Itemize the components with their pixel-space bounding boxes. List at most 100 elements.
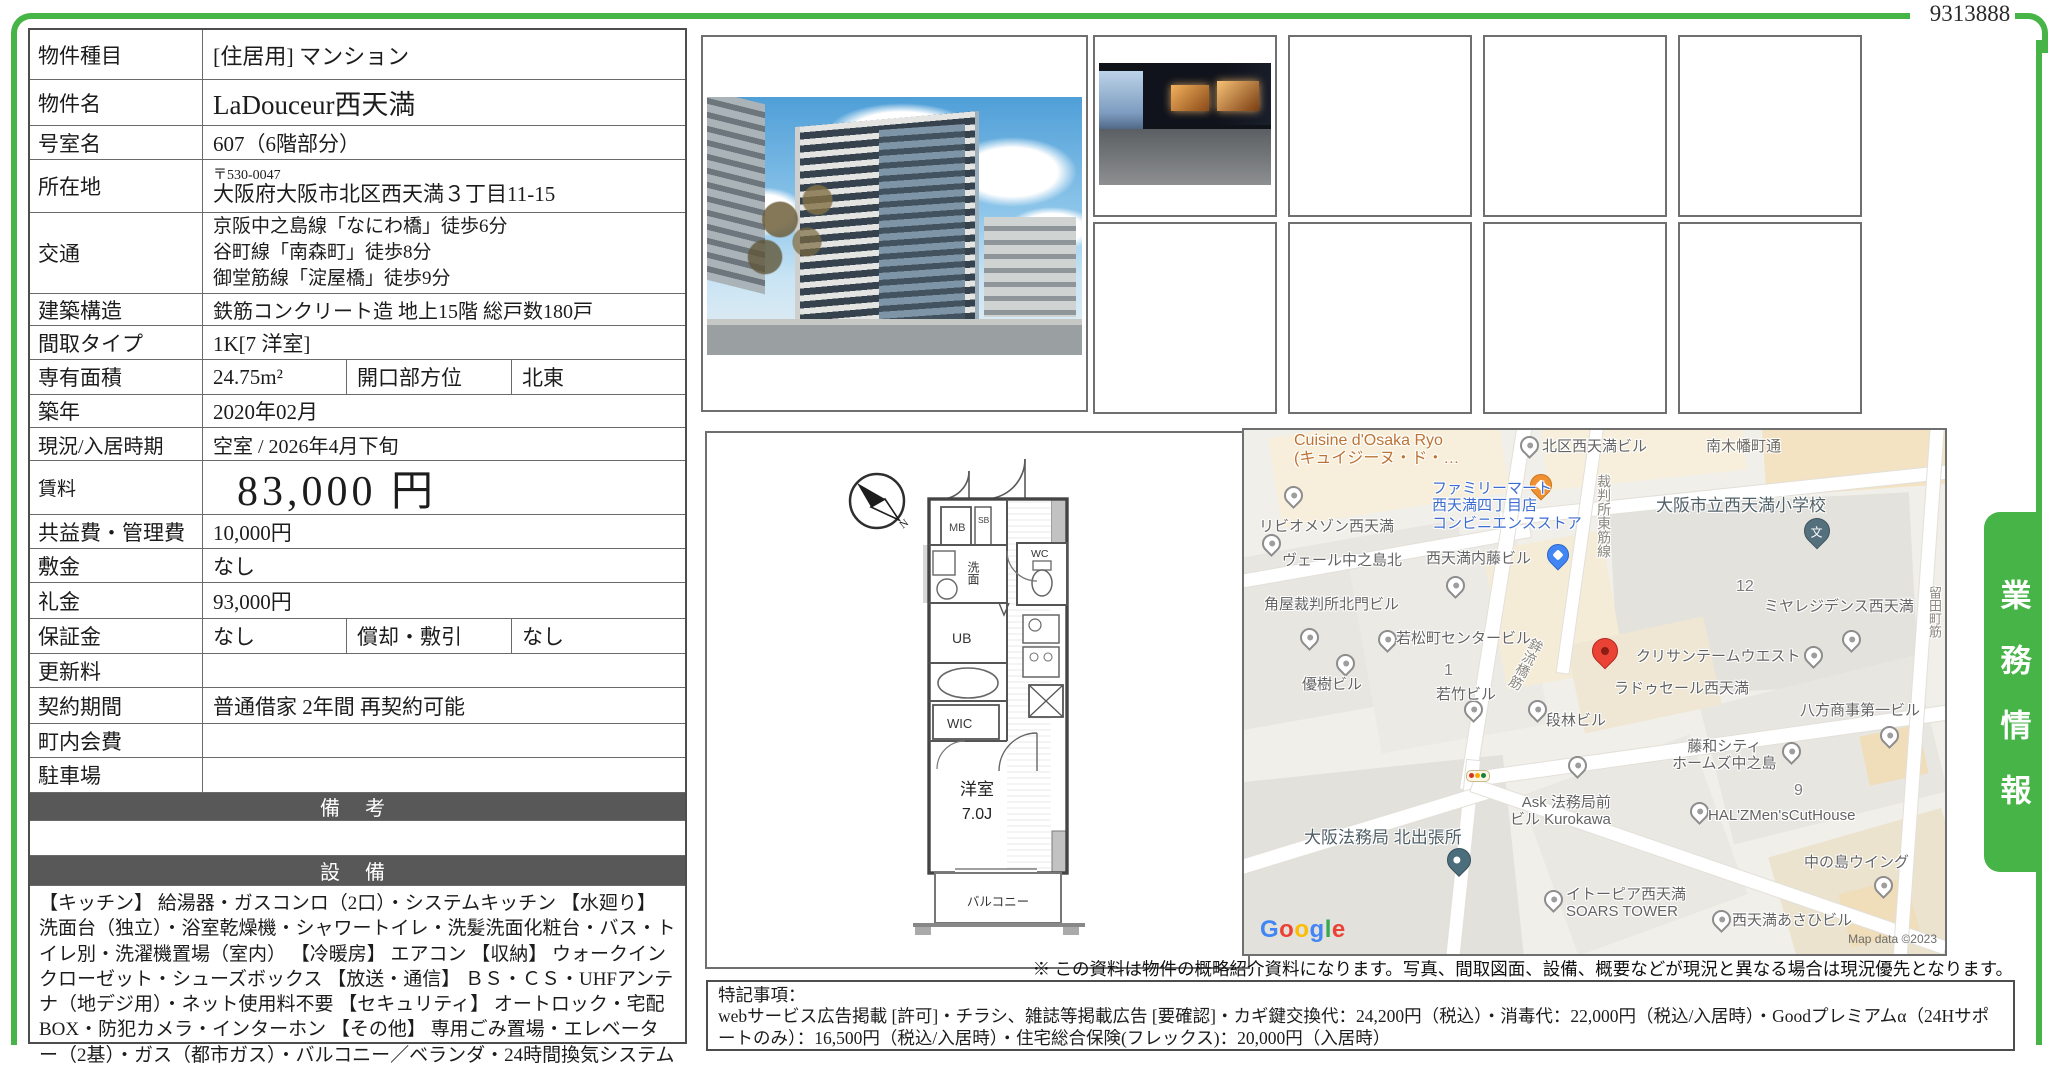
transit-line: 御堂筋線「淀屋橋」徒歩9分: [213, 268, 451, 290]
row-value: [203, 654, 685, 687]
map-label: 藤和シティ ホームズ中之島: [1672, 738, 1777, 773]
table-row: 物件種目 [住居用] マンション: [30, 30, 685, 79]
map-label-school: 大阪市立西天満小学校: [1656, 496, 1826, 515]
row-value: 北東: [522, 366, 564, 390]
tab-business-info-label: 業務情報: [1995, 579, 2031, 839]
row-label: 物件名: [30, 80, 203, 125]
row-value: なし: [522, 625, 564, 649]
photo-exterior: [701, 35, 1088, 412]
table-row: 現況/入居時期 空室 / 2026年4月下旬: [30, 427, 685, 460]
photo-placeholder: [1678, 35, 1862, 217]
svg-text:UB: UB: [952, 630, 971, 646]
svg-text:WC: WC: [1031, 548, 1049, 560]
row-value: 鉄筋コンクリート造 地上15階 総戸数180戸: [213, 301, 593, 323]
map-label-road: 南木幡町通: [1706, 438, 1782, 455]
table-row: 礼金 93,000円: [30, 582, 685, 618]
map-label: 北区西天満ビル: [1542, 438, 1648, 455]
row-value: 24.75m²: [213, 364, 283, 389]
map-label: イトーピア西天満 SOARS TOWER: [1566, 886, 1687, 921]
map-label: Ask 法務局前 ビル Kurokawa: [1510, 794, 1611, 829]
transit-cell: 京阪中之島線「なにわ橋」徒歩6分 谷町線「南森町」徒歩8分 御堂筋線「淀屋橋」徒…: [203, 213, 685, 293]
table-row: 物件名 LaDouceur西天満: [30, 79, 685, 125]
table-row: 更新料: [30, 653, 685, 687]
google-logo: Google: [1260, 916, 1346, 943]
frame-left: [11, 40, 17, 1045]
equipment-header: 設 備: [30, 855, 685, 885]
table-row: 共益費・管理費 10,000円: [30, 514, 685, 548]
map-label-property: ラドゥセール西天満: [1614, 680, 1750, 697]
building-photo: [707, 97, 1082, 355]
row-value: なし: [213, 554, 255, 579]
row-label: 築年: [30, 395, 203, 427]
svg-text:WIC: WIC: [947, 716, 972, 731]
map-label-number: 1: [1444, 662, 1453, 679]
map-label: 優樹ビル: [1302, 676, 1363, 693]
row-value: 607（6階部分）: [213, 131, 360, 156]
row-label: 開口部方位: [346, 360, 512, 394]
property-datasheet: 9313888 業務情報 物件種目 [住居用] マンション 物件名 LaDouc…: [0, 0, 2056, 1066]
location-map: 文 Cuisine d'Osaka Ryo (キュイジーヌ・ド・… ファミリーマ…: [1242, 428, 1947, 956]
row-label: 賃料: [30, 461, 203, 514]
row-label: 現況/入居時期: [30, 428, 203, 460]
photo-placeholder: [1288, 35, 1472, 217]
svg-text:洋室: 洋室: [960, 780, 994, 799]
row-label: 保証金: [30, 619, 203, 653]
table-row: 所在地 〒530-0047 大阪府大阪市北区西天満３丁目11-15: [30, 159, 685, 212]
map-label: 八方商事第一ビル: [1800, 702, 1921, 719]
row-value: 1K[7 洋室]: [213, 331, 311, 356]
photo-placeholder: [1288, 222, 1472, 414]
row-value: [203, 758, 685, 792]
map-label-restaurant: Cuisine d'Osaka Ryo (キュイジーヌ・ド・…: [1294, 432, 1460, 468]
tree: [735, 167, 885, 317]
document-number: 9313888: [1925, 1, 2015, 27]
remarks-header: 備 考: [30, 792, 685, 820]
row-label: 礼金: [30, 583, 203, 618]
lobby-photo: [1099, 63, 1271, 185]
address-cell: 〒530-0047 大阪府大阪市北区西天満３丁目11-15: [203, 160, 685, 212]
map-label: 若松町センタービル: [1396, 630, 1532, 647]
map-label-road: 留田町筋: [1926, 586, 1942, 638]
property-table: 物件種目 [住居用] マンション 物件名 LaDouceur西天満 号室名 60…: [28, 28, 687, 1066]
postal-code: 〒530-0047: [213, 167, 281, 183]
table-row: 賃料 83,000 円: [30, 460, 685, 515]
row-label: 物件種目: [30, 30, 203, 79]
map-label: 角屋裁判所北門ビル: [1264, 596, 1400, 613]
remarks-content: [30, 820, 685, 855]
svg-text:N: N: [897, 517, 911, 531]
row-label: 更新料: [30, 654, 203, 687]
table-row: 間取タイプ 1K[7 洋室]: [30, 325, 685, 359]
tab-business-info[interactable]: 業務情報: [1984, 512, 2042, 872]
transit-line: 谷町線「南森町」徒歩8分: [213, 241, 432, 263]
map-label: ヴェール中之島北: [1282, 552, 1403, 569]
map-label: 中の島ウイング: [1804, 854, 1910, 871]
special-notes-content: webサービス広告掲載 [許可]・チラシ、雑誌等掲載広告 [要確認]・カギ鍵交換…: [718, 1006, 1990, 1048]
table-row: 契約期間 普通借家 2年間 再契約可能: [30, 687, 685, 723]
map-label: 若竹ビル: [1436, 686, 1497, 703]
frame-top: [30, 13, 1910, 19]
equipment-row: 【キッチン】 給湯器・ガスコンロ（2口）・システムキッチン 【水廻り】 洗面台（…: [30, 885, 685, 1066]
map-label-road: 裁判所東筋線: [1596, 474, 1613, 558]
table-row: 保証金 なし 償却・敷引 なし: [30, 618, 685, 653]
row-label: 建築構造: [30, 294, 203, 325]
property-name: LaDouceur西天満: [213, 90, 416, 120]
map-label: リビオメゾン西天満: [1259, 518, 1395, 535]
row-label: 所在地: [30, 160, 203, 212]
row-label: 交通: [30, 213, 203, 293]
photo-placeholder: [1093, 222, 1277, 414]
map-label-conveniencestore: ファミリーマート 西天満四丁目店 コンビニエンスストア: [1432, 480, 1582, 532]
row-label: 号室名: [30, 126, 203, 159]
map-label: 西天満内藤ビル: [1426, 550, 1532, 567]
traffic-light-icon: [1466, 770, 1490, 782]
map-label-government: 大阪法務局 北出張所: [1304, 828, 1462, 847]
address-text: 大阪府大阪市北区西天満３丁目11-15: [213, 182, 556, 207]
svg-text:MB: MB: [949, 522, 966, 534]
transit-line: 京阪中之島線「なにわ橋」徒歩6分: [213, 215, 508, 237]
row-label: 共益費・管理費: [30, 515, 203, 548]
row-label: 間取タイプ: [30, 326, 203, 359]
photo-placeholder: [1678, 222, 1862, 414]
row-value: 10,000円: [213, 520, 292, 545]
svg-text:7.0J: 7.0J: [962, 806, 992, 823]
map-label: 段林ビル: [1546, 712, 1607, 729]
rent-value: 83,000 円: [237, 469, 438, 515]
special-notes-title: 特記事項：: [718, 985, 806, 1005]
